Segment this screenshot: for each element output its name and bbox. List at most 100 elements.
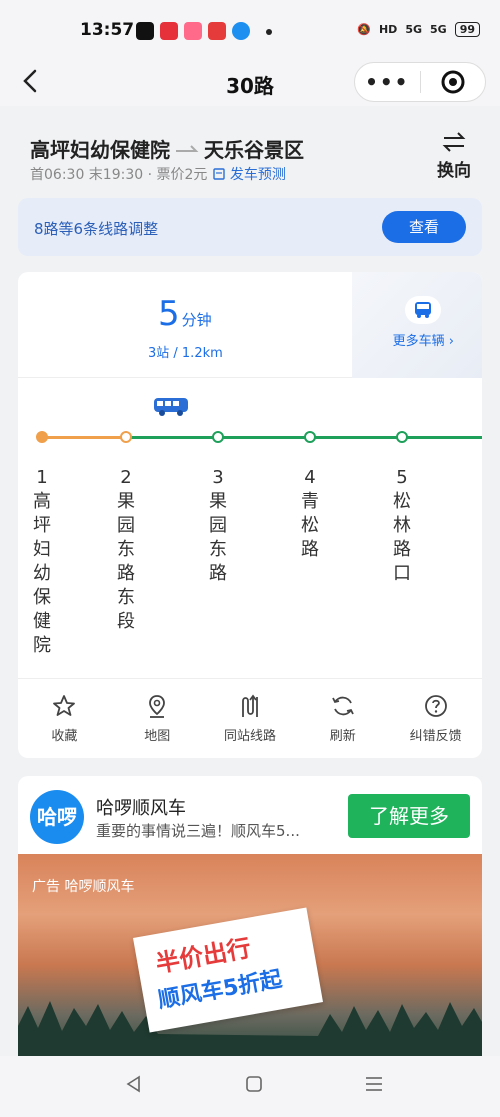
learn-more-button[interactable]: 了解更多 (348, 794, 470, 838)
ad-card: 哈啰 哈啰顺风车 重要的事情说三遍！顺风车5... 了解更多 广告 哈啰顺风车 … (18, 776, 482, 1056)
stop-name: 果园东路东段 (117, 491, 135, 632)
action-bar: 收藏 地图 同站线路 刷新 纠错反馈 (18, 678, 482, 758)
stop-dot[interactable] (212, 431, 224, 443)
same-stop-lines-label: 同站线路 (223, 729, 276, 744)
stop-number: 5 (396, 467, 408, 488)
stop-number: 3 (212, 467, 224, 488)
favorite-button[interactable]: 收藏 (18, 679, 111, 758)
help-icon (424, 695, 447, 717)
stop-dot[interactable] (304, 431, 316, 443)
stop-name: 青松路 (301, 491, 319, 560)
star-icon (53, 695, 76, 716)
route-to: 天乐谷景区 (204, 138, 304, 162)
ad-description: 重要的事情说三遍！顺风车5... (96, 822, 300, 840)
stop-dot[interactable] (120, 431, 132, 443)
calendar-icon (213, 168, 226, 180)
stop-label[interactable]: 4 青松路 (300, 466, 320, 562)
route-from: 高坪妇幼保健院 (30, 138, 170, 162)
eta-unit: 分钟 (181, 311, 212, 329)
stop-label[interactable]: 2 果园东路东段 (116, 466, 136, 634)
bus-icon (415, 302, 432, 318)
close-button[interactable] (421, 69, 486, 95)
refresh-icon (331, 696, 354, 716)
signal-icon: 5G (405, 23, 422, 36)
bus-icon (154, 398, 188, 416)
battery-icon: 99 (454, 22, 480, 37)
mini-program-capsule: ••• (354, 62, 486, 102)
music-icon (232, 22, 250, 40)
status-bar: 13:57 🔕 HD 5G 5G 99 (0, 0, 500, 60)
bus-position-marker (152, 396, 192, 422)
more-vehicles-label: 更多车辆 › (392, 334, 454, 349)
stop-number: 1 (36, 467, 48, 488)
more-button[interactable]: ••• (355, 70, 420, 94)
signal-icon-2: 5G (430, 23, 447, 36)
eta-minutes: 5 (158, 294, 180, 334)
ad-banner[interactable]: 广告 哈啰顺风车 半价出行 顺风车5折起 (18, 854, 482, 1056)
ad-logo: 哈啰 (30, 790, 84, 844)
stop-dot[interactable] (36, 431, 48, 443)
schedule-link-label: 发车预测 (229, 167, 286, 183)
route-notice: 8路等6条线路调整 查看 (18, 198, 482, 256)
schedule-link[interactable]: 发车预测 (213, 164, 286, 184)
route-header: 高坪妇幼保健院 天乐谷景区 首06:30 末19:30 · 票价2元 发车预测 … (0, 120, 500, 194)
banner-brand: 广告 哈啰顺风车 (32, 879, 135, 895)
target-icon (441, 70, 465, 94)
stop-name: 高坪妇幼保健院 (33, 491, 51, 656)
ad-title: 哈啰顺风车 (96, 798, 186, 819)
status-right: 🔕 HD 5G 5G 99 (357, 22, 480, 37)
stop-number: 4 (304, 467, 316, 488)
arrow-right-icon (176, 144, 199, 152)
system-menu-button[interactable] (364, 1074, 384, 1098)
eta-section: 5 分钟 3站 / 1.2km 更多车辆 › (18, 272, 482, 378)
tiktok-icon (136, 22, 154, 40)
bus-badge (405, 296, 442, 324)
map-pin-icon (149, 695, 166, 718)
shopping-icon (160, 22, 178, 40)
system-back-button[interactable] (124, 1074, 144, 1098)
status-time: 13:57 (80, 20, 135, 40)
route-direction: 高坪妇幼保健院 天乐谷景区 (30, 134, 304, 163)
notification-dot-icon (266, 29, 272, 35)
route-info: 首06:30 末19:30 · 票价2元 发车预测 (30, 164, 286, 184)
menu-icon (366, 1077, 382, 1091)
stop-number: 2 (120, 467, 132, 488)
swap-direction-button[interactable]: 换向 (434, 132, 474, 181)
system-home-button[interactable] (244, 1074, 264, 1098)
eta-time: 5 分钟 (158, 294, 212, 334)
view-notice-button[interactable]: 查看 (382, 211, 466, 243)
track-passed (42, 436, 126, 439)
map-button[interactable]: 地图 (111, 679, 204, 758)
stop-label[interactable]: 1 高坪妇幼保健院 (32, 466, 52, 658)
stop-name: 果园东路 (209, 491, 227, 584)
stop-label[interactable]: 3 果园东路 (208, 466, 228, 586)
system-nav-bar (0, 1056, 500, 1117)
stop-label[interactable]: 5 松林路口 (392, 466, 412, 586)
route-icon (242, 694, 258, 717)
eta-detail: 3站 / 1.2km (148, 346, 223, 361)
app-icon (184, 22, 202, 40)
triangle-back-icon (126, 1075, 140, 1093)
map-label: 地图 (144, 729, 171, 744)
square-home-icon (246, 1076, 262, 1092)
refresh-label: 刷新 (329, 729, 356, 744)
more-vehicles-button[interactable]: 更多车辆 › (393, 296, 454, 349)
favorite-label: 收藏 (51, 729, 78, 744)
nav-bar: 30路 ••• (0, 60, 500, 106)
swap-icon (442, 132, 466, 152)
stop-dot[interactable] (396, 431, 408, 443)
feedback-label: 纠错反馈 (409, 729, 462, 744)
swap-label: 换向 (437, 161, 471, 181)
notice-text: 8路等6条线路调整 (34, 220, 159, 238)
hd-icon: HD (378, 23, 398, 36)
status-app-icons (136, 22, 250, 40)
feedback-button[interactable]: 纠错反馈 (389, 679, 482, 758)
route-card: 5 分钟 3站 / 1.2km 更多车辆 › 1 高坪妇幼保健院 2 果园东路东… (18, 272, 482, 758)
stop-name: 松林路口 (393, 491, 411, 584)
refresh-button[interactable]: 刷新 (296, 679, 389, 758)
stop-line: 1 高坪妇幼保健院 2 果园东路东段 3 果园东路 4 青松路 5 松林路口 (18, 378, 482, 678)
mute-icon: 🔕 (357, 23, 371, 36)
video-icon (208, 22, 226, 40)
route-hours: 首06:30 末19:30 · 票价2元 (30, 167, 208, 183)
same-stop-lines-button[interactable]: 同站线路 (204, 679, 297, 758)
